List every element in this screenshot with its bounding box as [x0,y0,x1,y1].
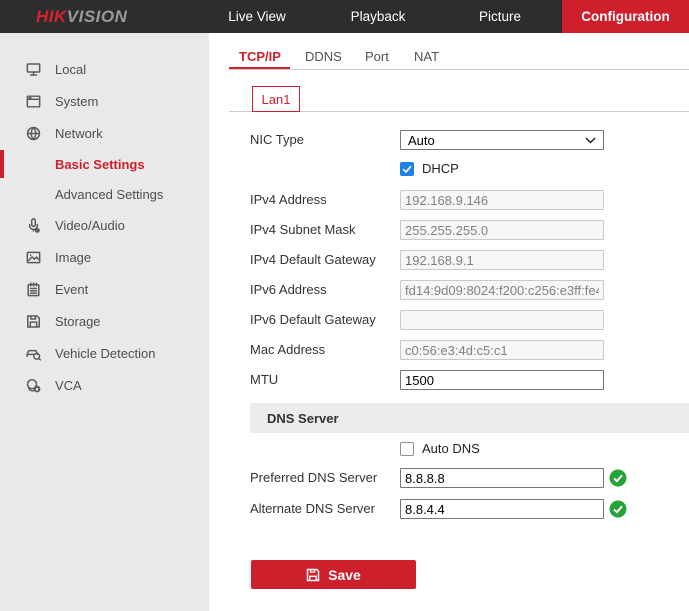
ipv6-address-input [400,280,604,300]
save-button[interactable]: Save [251,560,416,589]
sidebar-item-system[interactable]: System [0,85,209,117]
sidebar-item-label: Local [55,62,86,77]
tab-nat[interactable]: NAT [414,49,439,64]
nav-configuration-active[interactable]: Configuration [562,0,689,33]
ipv6-address-label: IPv6 Address [250,280,327,300]
sidebar-item-image[interactable]: Image [0,241,209,273]
vca-icon [25,377,42,394]
sidebar-item-label: Event [55,282,88,297]
logo-vision: VISION [67,7,128,26]
nic-type-select[interactable]: Auto [400,130,604,150]
hikvision-logo: HIKVISION [36,0,127,33]
valid-check-icon [609,469,627,487]
floppy-disk-icon [25,313,42,330]
mac-address-label: Mac Address [250,340,325,360]
sidebar-item-vehicle-detection[interactable]: Vehicle Detection [0,337,209,369]
tab-lan1[interactable]: Lan1 [252,86,300,112]
ipv4-address-input [400,190,604,210]
valid-check-icon [609,500,627,518]
checkmark-icon [401,163,413,175]
ipv4-default-gateway-input [400,250,604,270]
logo-hik: HIK [36,7,67,26]
nav-live-view[interactable]: Live View [228,0,286,33]
picture-icon [25,249,42,266]
sidebar-item-network[interactable]: Network [0,117,209,149]
preferred-dns-label: Preferred DNS Server [250,468,377,488]
ipv6-default-gateway-input [400,310,604,330]
sidebar-item-label: Video/Audio [55,218,125,233]
mtu-label: MTU [250,370,278,390]
vehicle-detection-icon [25,345,42,362]
ipv4-default-gateway-label: IPv4 Default Gateway [250,250,376,270]
auto-dns-label: Auto DNS [422,442,480,456]
globe-icon [25,125,42,142]
sidebar-item-label: Network [55,126,103,141]
tab-tcpip[interactable]: TCP/IP [239,49,281,64]
tab-ddns[interactable]: DDNS [305,49,342,64]
sidebar-item-label: VCA [55,378,82,393]
sidebar-item-vca[interactable]: VCA [0,369,209,401]
sidebar-item-label: Vehicle Detection [55,346,155,361]
ipv4-subnet-mask-input [400,220,604,240]
tabs-divider [229,69,689,70]
sidebar-item-basic-settings[interactable]: Basic Settings [0,149,209,179]
main-content: TCP/IP DDNS Port NAT Lan1 NIC Type Auto … [209,33,689,611]
system-window-icon [25,93,42,110]
nav-playback[interactable]: Playback [351,0,406,33]
alternate-dns-input[interactable] [400,499,604,519]
sidebar: Local System Network Basic Settings Adva… [0,33,209,611]
ipv4-subnet-mask-label: IPv4 Subnet Mask [250,220,356,240]
alternate-dns-label: Alternate DNS Server [250,499,375,519]
nic-type-label: NIC Type [250,130,304,150]
event-notepad-icon [25,281,42,298]
sidebar-item-event[interactable]: Event [0,273,209,305]
dhcp-checkbox[interactable] [400,162,414,176]
nav-picture[interactable]: Picture [479,0,521,33]
sidebar-item-advanced-settings[interactable]: Advanced Settings [0,179,209,209]
dns-server-heading: DNS Server [267,411,339,426]
sidebar-item-label: Basic Settings [55,157,145,172]
sidebar-item-local[interactable]: Local [0,53,209,85]
ipv4-address-label: IPv4 Address [250,190,327,210]
top-navigation-bar: HIKVISION Live View Playback Picture Con… [0,0,689,33]
save-button-label: Save [328,567,361,583]
mac-address-input [400,340,604,360]
sidebar-item-video-audio[interactable]: Video/Audio [0,209,209,241]
monitor-icon [25,61,42,78]
sidebar-item-label: Image [55,250,91,265]
mtu-input[interactable] [400,370,604,390]
sidebar-item-label: Advanced Settings [55,187,163,202]
sidebar-item-label: Storage [55,314,101,329]
dhcp-label: DHCP [422,162,459,176]
ipv6-default-gateway-label: IPv6 Default Gateway [250,310,376,330]
dns-server-section-header: DNS Server [250,403,689,433]
auto-dns-checkbox[interactable] [400,442,414,456]
microphone-icon [25,217,42,234]
tab-port[interactable]: Port [365,49,389,64]
nic-type-value: Auto [408,133,435,148]
configuration-page: HIKVISION Live View Playback Picture Con… [0,0,689,611]
chevron-down-icon [585,137,596,144]
sidebar-item-storage[interactable]: Storage [0,305,209,337]
active-indicator-bar [0,150,4,178]
preferred-dns-input[interactable] [400,468,604,488]
sidebar-item-label: System [55,94,98,109]
save-floppy-icon [306,568,320,582]
